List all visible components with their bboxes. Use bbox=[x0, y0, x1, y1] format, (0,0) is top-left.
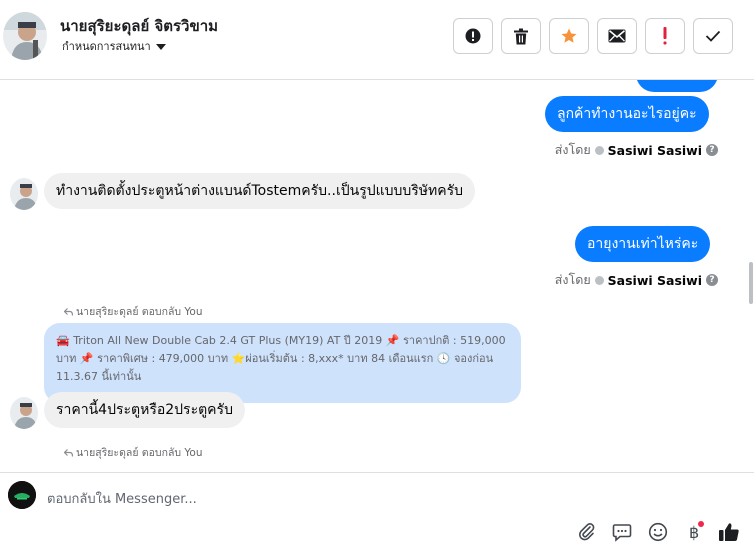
emoji-button[interactable] bbox=[645, 519, 671, 545]
baht-icon: ฿ bbox=[689, 521, 704, 542]
mark-unread-button[interactable] bbox=[597, 18, 637, 54]
reply-indicator-label: นายสุริยะดุลย์ ตอบกลับ You bbox=[76, 447, 203, 459]
sender-name: Sasiwi Sasiwi bbox=[607, 142, 702, 158]
contact-avatar[interactable] bbox=[3, 12, 47, 60]
paperclip-icon bbox=[578, 523, 595, 541]
alert-circle-icon bbox=[465, 28, 481, 44]
reply-input[interactable]: ตอบกลับใน Messenger... bbox=[47, 488, 197, 509]
payment-button[interactable]: ฿ bbox=[681, 519, 707, 545]
attach-button[interactable] bbox=[574, 519, 600, 545]
star-icon bbox=[561, 28, 577, 43]
quoted-line-2d: จองก่อน bbox=[453, 352, 494, 365]
speech-bubble-icon bbox=[612, 524, 632, 542]
follow-up-button[interactable] bbox=[645, 18, 685, 54]
reply-indicator: นายสุริยะดุลย์ ตอบกลับ You bbox=[64, 444, 203, 461]
clock-icon: 🕓 bbox=[436, 352, 451, 365]
exclamation-icon bbox=[663, 27, 667, 45]
check-icon bbox=[705, 30, 721, 42]
composer: ตอบกลับใน Messenger... ฿ bbox=[0, 472, 754, 556]
pushpin-icon: 📌 bbox=[385, 334, 400, 347]
page-avatar bbox=[8, 481, 36, 509]
star-emoji-icon: ⭐ bbox=[231, 352, 246, 365]
svg-text:฿: ฿ bbox=[689, 523, 699, 542]
quoted-message[interactable]: 🚘 Triton All New Double Cab 2.4 GT Plus … bbox=[44, 323, 521, 403]
envelope-icon bbox=[608, 29, 626, 43]
trash-icon bbox=[514, 28, 528, 44]
sender-name: Sasiwi Sasiwi bbox=[607, 272, 702, 288]
scrollbar[interactable] bbox=[748, 80, 754, 472]
star-button[interactable] bbox=[549, 18, 589, 54]
message-bubble-outgoing: อายุงานเท่าไหร่คะ bbox=[575, 226, 711, 262]
sent-by-label: ส่งโดย Sasiwi Sasiwi ? bbox=[555, 140, 718, 160]
delete-button[interactable] bbox=[501, 18, 541, 54]
mark-done-button[interactable] bbox=[693, 18, 733, 54]
reply-indicator: นายสุริยะดุลย์ ตอบกลับ You bbox=[64, 303, 203, 320]
message-bubble-incoming: ราคานี้4ประตูหรือ2ประตูครับ bbox=[44, 392, 245, 428]
mark-spam-button[interactable] bbox=[453, 18, 493, 54]
contact-avatar[interactable] bbox=[10, 397, 38, 429]
quoted-line-2c: ผ่อนเริ่มต้น : 8,xxx* บาท 84 เดือนแรก bbox=[245, 352, 434, 365]
chevron-down-icon bbox=[155, 43, 166, 50]
like-button[interactable] bbox=[716, 519, 742, 545]
thumbs-up-icon bbox=[719, 523, 739, 541]
pushpin-icon: 📌 bbox=[79, 352, 94, 365]
quoted-line-1: Triton All New Double Cab 2.4 GT Plus (M… bbox=[73, 334, 383, 347]
assign-label: กำหนดการสนทนา bbox=[62, 40, 151, 53]
message-bubble-incoming: ทำงานติดตั้งประตูหน้าต่างแบนด์Tostemครับ… bbox=[44, 173, 476, 209]
sent-by-prefix: ส่งโดย bbox=[554, 272, 591, 287]
contact-avatar[interactable] bbox=[10, 178, 38, 210]
help-icon[interactable]: ? bbox=[706, 144, 718, 156]
contact-name: นายสุริยะดุลย์ จิตรวิขาม bbox=[60, 17, 219, 35]
reply-indicator-label: นายสุริยะดุลย์ ตอบกลับ You bbox=[76, 306, 203, 318]
reply-arrow-icon bbox=[64, 307, 73, 316]
sent-by-prefix: ส่งโดย bbox=[554, 142, 591, 157]
help-icon[interactable]: ? bbox=[706, 274, 718, 286]
quoted-line-2b: ราคาพิเศษ : 479,000 บาท bbox=[97, 352, 229, 365]
quoted-line-1b: ราคาปกติ : 519,000 bbox=[402, 334, 506, 347]
reply-arrow-icon bbox=[64, 448, 73, 457]
quoted-line-2a: บาท bbox=[56, 352, 77, 365]
conversation-thread[interactable]: ลูกค้าทำงานอะไรอยู่คะ ส่งโดย Sasiwi Sasi… bbox=[0, 80, 748, 472]
assign-conversation-dropdown[interactable]: กำหนดการสนทนา bbox=[62, 37, 166, 55]
saved-replies-button[interactable] bbox=[609, 519, 635, 545]
conversation-header: นายสุริยะดุลย์ จิตรวิขาม กำหนดการสนทนา bbox=[0, 0, 754, 80]
sent-by-label: ส่งโดย Sasiwi Sasiwi ? bbox=[555, 270, 718, 290]
car-icon: 🚘 bbox=[56, 334, 70, 347]
message-bubble-outgoing: ลูกค้าทำงานอะไรอยู่คะ bbox=[545, 96, 709, 132]
agent-icon bbox=[594, 145, 604, 155]
agent-icon bbox=[594, 275, 604, 285]
quoted-line-3: 11.3.67 นี้เท่านั้น bbox=[56, 370, 142, 383]
message-bubble-outgoing bbox=[636, 80, 718, 92]
scrollbar-thumb[interactable] bbox=[749, 262, 753, 304]
smiley-icon bbox=[648, 522, 668, 542]
